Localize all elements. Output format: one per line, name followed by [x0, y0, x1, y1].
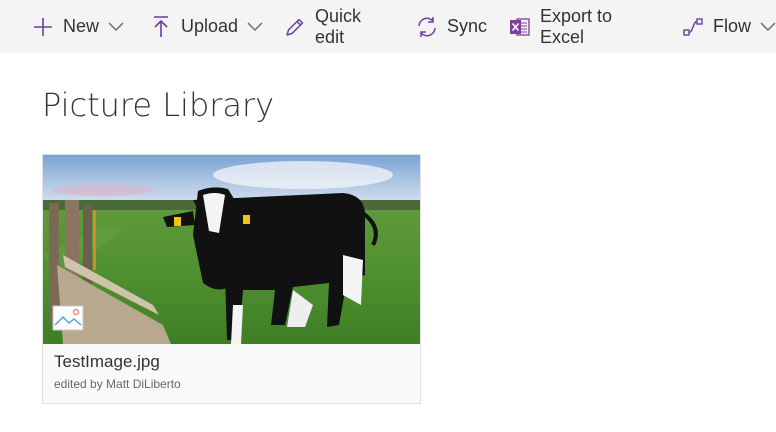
image-thumbnail[interactable]	[43, 155, 420, 344]
upload-label: Upload	[181, 16, 239, 36]
excel-icon	[508, 15, 532, 39]
command-bar: New Upload Quick edit Sync Export to Exc…	[0, 0, 776, 53]
file-meta: edited by Matt DiLiberto	[54, 377, 181, 391]
library-item-tile[interactable]: TestImage.jpg edited by Matt DiLiberto	[42, 154, 421, 404]
flow-label: Flow	[712, 16, 751, 36]
upload-button[interactable]: Upload	[149, 0, 263, 53]
plus-icon	[31, 15, 55, 39]
new-button[interactable]: New	[31, 0, 124, 53]
quick-edit-button[interactable]: Quick edit	[283, 0, 395, 53]
flow-button[interactable]: Flow	[681, 0, 776, 53]
upload-icon	[149, 15, 173, 39]
chevron-down-icon	[108, 22, 124, 32]
chevron-down-icon	[247, 22, 263, 32]
sync-icon	[415, 15, 439, 39]
sync-button[interactable]: Sync	[415, 0, 487, 53]
new-label: New	[63, 16, 100, 36]
chevron-down-icon	[760, 22, 776, 32]
flow-icon	[681, 15, 705, 39]
tile-footer: TestImage.jpg edited by Matt DiLiberto	[43, 344, 420, 403]
export-to-excel-button[interactable]: Export to Excel	[508, 0, 661, 53]
file-name[interactable]: TestImage.jpg	[54, 352, 160, 372]
export-to-excel-label: Export to Excel	[540, 5, 613, 47]
page-title: Picture Library	[42, 86, 275, 124]
sync-label: Sync	[447, 16, 488, 36]
pencil-icon	[283, 15, 307, 39]
quick-edit-label: Quick edit	[315, 5, 362, 47]
image-file-icon	[52, 305, 84, 331]
